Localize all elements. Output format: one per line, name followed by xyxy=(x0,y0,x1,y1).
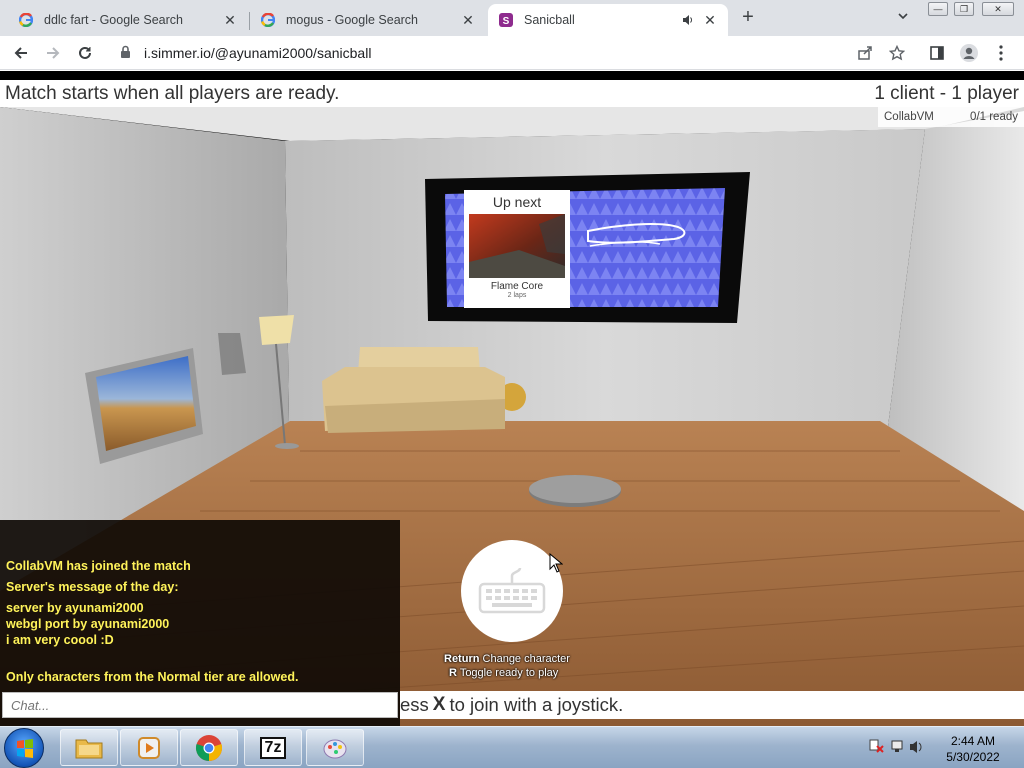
url-text: i.simmer.io/@ayunami2000/sanicball xyxy=(144,45,372,61)
menu-kebab-icon[interactable] xyxy=(990,42,1012,64)
join-prefix: ess xyxy=(400,694,429,715)
join-key: X xyxy=(432,694,446,715)
toggle-ready-hint: R Toggle ready to play xyxy=(449,667,558,679)
game-canvas[interactable]: Match starts when all players are ready.… xyxy=(0,71,1024,726)
keyboard-icon xyxy=(478,567,546,614)
svg-text:S: S xyxy=(503,16,510,27)
tab-title: ddlc fart - Google Search xyxy=(44,13,183,27)
windows-logo-icon xyxy=(17,739,33,758)
clock-date: 5/30/2022 xyxy=(946,750,1000,764)
map-thumbnail xyxy=(464,214,570,278)
7zip-icon[interactable]: 7z xyxy=(244,729,302,766)
paint-icon[interactable] xyxy=(306,729,364,766)
system-clock[interactable]: 2:44 AM 5/30/2022 xyxy=(936,733,1010,765)
profile-avatar-icon[interactable] xyxy=(958,42,980,64)
close-tab-icon[interactable]: ✕ xyxy=(222,12,238,28)
chat-message: CollabVM has joined the match xyxy=(6,559,191,573)
tab-strip: ddlc fart - Google Search ✕ mogus - Goog… xyxy=(0,0,1024,36)
map-name: Flame Core xyxy=(490,281,544,292)
chat-message: Server's message of the day: xyxy=(6,580,179,594)
address-bar[interactable]: i.simmer.io/@ayunami2000/sanicball xyxy=(112,41,922,65)
ready-count: 0/1 ready xyxy=(970,111,1018,123)
hint-text: Toggle ready to play xyxy=(459,667,559,679)
network-icon xyxy=(891,740,903,752)
speaker-icon[interactable] xyxy=(680,12,696,28)
side-panel-icon[interactable] xyxy=(926,42,948,64)
close-tab-icon[interactable]: ✕ xyxy=(460,12,476,28)
up-next-card: Up next Flame Core 2 laps xyxy=(464,190,570,308)
player-name: CollabVM xyxy=(884,111,934,123)
close-window-button[interactable]: ✕ xyxy=(982,2,1014,16)
tab-title: Sanicball xyxy=(524,13,575,27)
hint-key: R xyxy=(449,667,457,679)
hint-text: Change character xyxy=(482,653,570,665)
system-tray xyxy=(868,737,928,757)
chat-message: webgl port by ayunami2000 xyxy=(6,617,170,631)
google-g-icon xyxy=(260,12,276,28)
explorer-icon[interactable] xyxy=(60,729,118,766)
keyboard-player-slot[interactable] xyxy=(461,540,563,642)
mouse-cursor-icon xyxy=(549,552,564,578)
share-icon[interactable] xyxy=(854,42,876,64)
tab-title: mogus - Google Search xyxy=(286,13,419,27)
lock-icon[interactable] xyxy=(120,45,134,62)
up-next-title: Up next xyxy=(492,194,542,210)
close-tab-icon[interactable]: ✕ xyxy=(702,12,718,28)
tab-mogus[interactable]: mogus - Google Search ✕ xyxy=(250,4,486,36)
google-g-icon xyxy=(18,12,34,28)
hint-key: Return xyxy=(444,653,480,665)
join-joystick-bar: ess X to join with a joystick. xyxy=(400,691,1024,719)
minimize-button[interactable]: — xyxy=(928,2,948,16)
tab-sanicball[interactable]: S Sanicball ✕ xyxy=(488,4,728,36)
chrome-icon[interactable] xyxy=(180,729,238,766)
reload-button[interactable] xyxy=(74,42,96,64)
action-center-flag-icon xyxy=(869,739,884,753)
match-status-bar: Match starts when all players are ready.… xyxy=(0,80,1024,107)
browser-toolbar: i.simmer.io/@ayunami2000/sanicball xyxy=(0,36,1024,70)
change-character-hint: Return Change character xyxy=(444,653,570,665)
maximize-button[interactable]: ❐ xyxy=(954,2,974,16)
chat-message: i am very coool :D xyxy=(6,633,114,647)
chat-input[interactable] xyxy=(2,692,398,718)
forward-button[interactable] xyxy=(42,42,64,64)
sanicball-s-icon: S xyxy=(498,12,514,28)
chat-message: Only characters from the Normal tier are… xyxy=(6,670,299,684)
bookmark-star-icon[interactable] xyxy=(886,42,908,64)
lap-count: 2 laps xyxy=(507,292,527,299)
back-button[interactable] xyxy=(10,42,32,64)
join-suffix: to join with a joystick. xyxy=(449,694,624,715)
media-player-icon[interactable] xyxy=(120,729,178,766)
new-tab-button[interactable]: + xyxy=(738,7,758,28)
start-button[interactable] xyxy=(4,728,44,768)
tab-ddlc-fart[interactable]: ddlc fart - Google Search ✕ xyxy=(8,4,248,36)
player-ready-panel: CollabVM 0/1 ready xyxy=(878,107,1024,127)
chat-panel: CollabVM has joined the match Server's m… xyxy=(0,520,400,726)
chat-message: server by ayunami2000 xyxy=(6,601,144,615)
chevron-down-icon[interactable] xyxy=(896,9,914,27)
client-count-text: 1 client - 1 player xyxy=(874,82,1019,104)
match-status-text: Match starts when all players are ready. xyxy=(5,82,340,104)
clock-time: 2:44 AM xyxy=(950,734,996,748)
windows-taskbar: 7z 2:44 AM 5/30/2022 xyxy=(0,726,1024,768)
volume-icon xyxy=(910,741,922,753)
